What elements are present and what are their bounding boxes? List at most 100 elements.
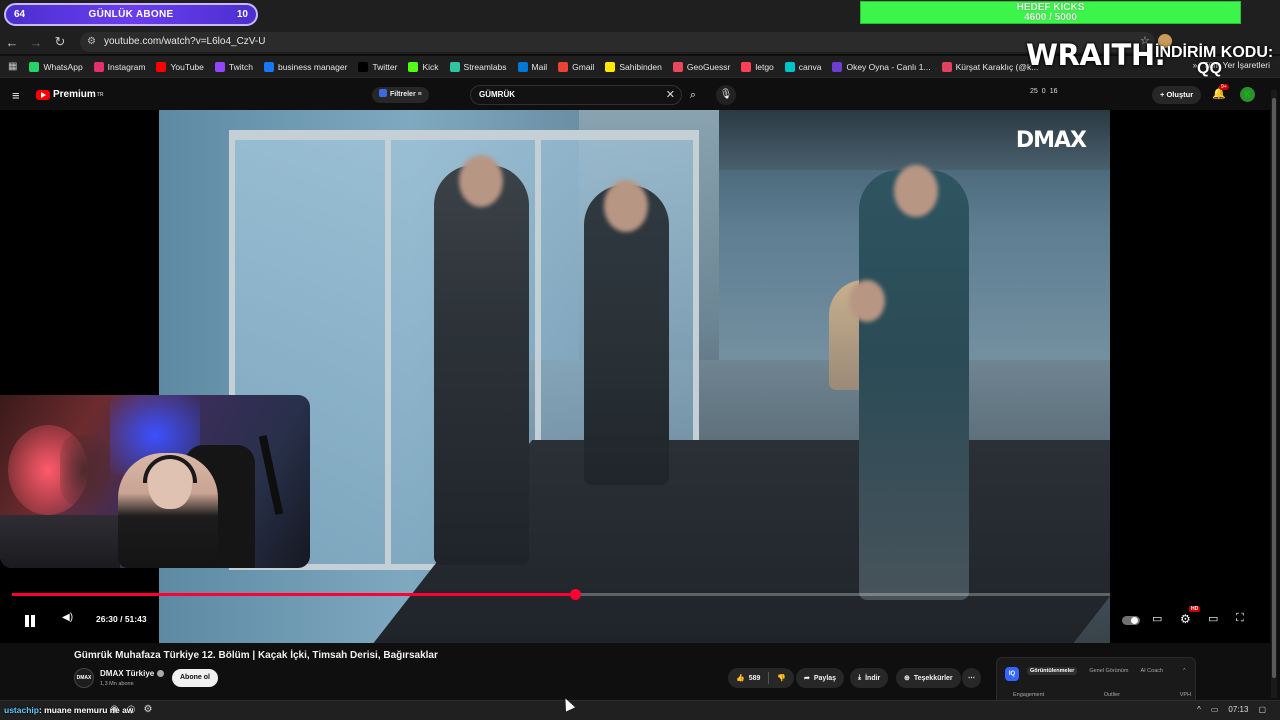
clear-search-icon[interactable]: ✕ (666, 86, 675, 104)
url-text: youtube.com/watch?v=L6lo4_CzV-U (104, 36, 266, 47)
kicks-goal-value: 4600 / 5000 (1024, 12, 1077, 23)
like-count[interactable]: 589 (749, 675, 761, 682)
thanks-icon: ⊕ (904, 675, 910, 682)
bookmark-label: Mail (531, 61, 548, 72)
subscribe-button[interactable]: Abone ol (172, 669, 218, 687)
theater-mode-icon[interactable]: ▭ (1208, 612, 1218, 625)
forward-icon[interactable]: → (24, 35, 48, 50)
filter-icon (379, 89, 387, 97)
back-icon[interactable]: ← (0, 35, 24, 50)
clock[interactable]: 07:13 (1228, 705, 1248, 714)
vidiq-tab-ai-coach[interactable]: AI Coach (1140, 668, 1163, 675)
download-icon: ⤓ (858, 674, 862, 681)
pause-icon[interactable] (24, 615, 36, 627)
youtube-play-icon (36, 89, 50, 100)
network-icon[interactable]: ▭ (1211, 705, 1219, 714)
bookmark-favicon-icon (605, 61, 616, 72)
autoplay-toggle[interactable] (1122, 616, 1140, 625)
apps-grid-icon[interactable]: ▦ (8, 61, 17, 72)
bookmark-list: WhatsApp Instagram YouTube Twitch business m… (29, 61, 1049, 72)
bookmark-item[interactable]: WhatsApp (29, 61, 83, 72)
filters-button[interactable]: Filtreler ≡ (372, 87, 429, 103)
webcam-decor (60, 435, 110, 505)
bookmark-item[interactable]: Okey Oyna - Canlı 1... (832, 61, 931, 72)
vidiq-tab-views[interactable]: Görüntülenmeler (1027, 667, 1078, 675)
like-dislike-group: 👍 589 👎 (728, 668, 795, 688)
youtube-logo[interactable]: Premium TR (36, 89, 103, 100)
sub-goal-title: GÜNLÜK ABONE (88, 9, 174, 20)
settings-gear-icon[interactable]: ⚙ (1180, 612, 1191, 626)
vidiq-tab-overview[interactable]: Genel Görünüm (1089, 668, 1128, 675)
stat-2: 0 (1041, 88, 1046, 95)
time-display: 26:30 / 51:43 (96, 614, 147, 624)
bookmark-item[interactable]: Gmail (558, 61, 595, 72)
tray-chevron-icon[interactable]: ^ (1197, 705, 1201, 714)
bookmark-item[interactable]: Kick (408, 61, 439, 72)
reload-icon[interactable]: ↻ (48, 34, 72, 50)
bookmark-favicon-icon (263, 61, 274, 72)
bookmark-item[interactable]: letgo (741, 61, 774, 72)
search-input[interactable]: GÜMRÜK ✕ (470, 85, 682, 105)
bookmark-favicon-icon (358, 61, 369, 72)
site-info-icon[interactable]: ⚙ (87, 32, 96, 52)
address-bar[interactable]: ⚙ youtube.com/watch?v=L6lo4_CzV-U (80, 32, 1155, 52)
bookmark-favicon-icon (558, 61, 569, 72)
fullscreen-icon[interactable]: ⛶ (1236, 612, 1244, 625)
channel-avatar[interactable]: DMAX (74, 668, 94, 688)
share-icon: ➦ (804, 675, 810, 682)
video-title: Gümrük Muhafaza Türkiye 12. Bölüm | Kaça… (74, 650, 438, 661)
bookmark-item[interactable]: Sahibinden (605, 61, 662, 72)
chevron-up-icon[interactable]: ^ (1183, 668, 1186, 675)
notification-center-icon[interactable]: ▢ (1258, 705, 1266, 714)
chat-username: ustachip (4, 705, 39, 715)
promo-code: QQ (1197, 60, 1222, 77)
bookmark-item[interactable]: YouTube (156, 61, 204, 72)
bookmark-item[interactable]: Twitter (358, 61, 397, 72)
more-actions-button[interactable]: ⋯ (962, 668, 981, 688)
account-avatar[interactable]: K (1240, 87, 1255, 102)
search-value: GÜMRÜK (479, 90, 515, 99)
bookmark-label: Okey Oyna - Canlı 1... (846, 61, 931, 72)
bookmark-favicon-icon (941, 61, 952, 72)
bookmark-item[interactable]: business manager (263, 61, 347, 72)
promo-code-overlay: İNDİRİM KODU: QQ (1155, 45, 1273, 77)
microphone-icon[interactable]: 🎙 (716, 85, 736, 105)
sub-goal-target: 10 (236, 9, 248, 20)
bookmark-item[interactable]: Kürşat Karaklıç (@k... (941, 61, 1038, 72)
hamburger-menu-icon[interactable]: ≡ (12, 88, 20, 103)
bookmark-item[interactable]: Instagram (93, 61, 145, 72)
download-button[interactable]: ⤓ İndir (850, 668, 889, 688)
thanks-button[interactable]: ⊕ Teşekkürler (896, 668, 961, 688)
search-icon[interactable]: ⌕ (682, 85, 704, 105)
filters-label: Filtreler (390, 91, 416, 98)
like-icon[interactable]: 👍 (736, 674, 745, 682)
bookmark-favicon-icon (156, 61, 167, 72)
progress-bar[interactable] (12, 589, 1110, 600)
scene-blurred-face (894, 165, 938, 217)
notifications-bell-icon[interactable]: 🔔 9+ (1212, 84, 1229, 100)
create-button[interactable]: + Oluştur (1152, 86, 1202, 104)
bookmark-label: Gmail (572, 61, 595, 72)
bookmark-item[interactable]: canva (784, 61, 821, 72)
share-button[interactable]: ➦ Paylaş (796, 668, 845, 688)
kicks-goal-bar: HEDEF KICKS 4600 / 5000 (860, 1, 1241, 24)
scrollbar-thumb[interactable] (1272, 98, 1276, 678)
bookmark-item[interactable]: Twitch (214, 61, 253, 72)
vidiq-vph: VPH (1179, 692, 1191, 698)
bookmark-item[interactable]: GeoGuessr (672, 61, 730, 72)
progress-scrubber[interactable] (569, 589, 581, 600)
progress-played (12, 593, 575, 596)
stat-1: 25 (1030, 88, 1038, 95)
dislike-icon[interactable]: 👎 (777, 674, 786, 682)
stat-3: 16 (1049, 88, 1058, 95)
bookmark-item[interactable]: Mail (517, 61, 548, 72)
page-scrollbar[interactable] (1271, 90, 1277, 698)
bookmark-favicon-icon (93, 61, 104, 72)
subtitles-icon[interactable]: ▭ (1152, 612, 1162, 625)
channel-name[interactable]: DMAX Türkiye (100, 669, 165, 678)
volume-icon[interactable]: ◀) (62, 612, 73, 623)
bookmark-item[interactable]: Streamlabs (449, 61, 507, 72)
daily-subscriber-goal: 64 GÜNLÜK ABONE 10 (4, 3, 258, 26)
steam-icon[interactable]: ⚙ (143, 704, 152, 715)
youtube-header: ≡ Premium TR Filtreler ≡ GÜMRÜK ✕ ⌕ 🎙 25… (0, 80, 1280, 110)
